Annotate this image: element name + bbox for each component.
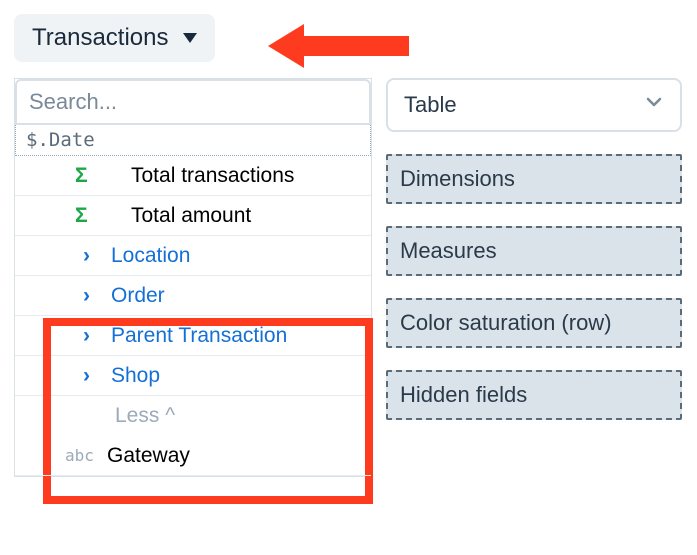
caret-down-icon xyxy=(183,33,197,43)
field-label: Location xyxy=(111,244,190,268)
fk-item-shop[interactable]: › Shop xyxy=(15,356,371,396)
dropzone-label: Dimensions xyxy=(400,166,515,191)
chevron-down-icon xyxy=(644,92,664,118)
datasource-label: Transactions xyxy=(32,24,169,52)
arrow-left-icon xyxy=(268,24,304,68)
search-input[interactable] xyxy=(15,79,371,125)
measure-item[interactable]: Σ Total amount xyxy=(15,196,371,236)
dropzone-label: Hidden fields xyxy=(400,382,527,407)
fk-item-order[interactable]: › Order xyxy=(15,276,371,316)
sigma-icon: Σ xyxy=(75,164,88,188)
config-panel: Table Dimensions Measures Color saturati… xyxy=(386,78,682,420)
dropzone-color-saturation[interactable]: Color saturation (row) xyxy=(386,298,682,348)
field-label: Gateway xyxy=(107,444,190,468)
chevron-right-icon: › xyxy=(83,364,90,388)
field-list: Σ Total transactions Σ Total amount xyxy=(15,156,371,236)
chevron-right-icon: › xyxy=(83,244,90,268)
field-label: Total transactions xyxy=(131,164,294,188)
dropzone-label: Measures xyxy=(400,238,497,263)
viz-select-label: Table xyxy=(404,92,457,118)
dropzone-measures[interactable]: Measures xyxy=(386,226,682,276)
chevron-right-icon: › xyxy=(83,284,90,308)
field-label: Total amount xyxy=(131,204,251,228)
fields-panel: $.Date Σ Total transactions Σ Total amou… xyxy=(14,78,372,477)
visualization-select[interactable]: Table xyxy=(386,78,682,132)
sigma-icon: Σ xyxy=(75,204,88,228)
less-toggle[interactable]: Less ^ xyxy=(15,396,371,436)
field-label: Parent Transaction xyxy=(111,324,287,348)
text-field-item[interactable]: abc Gateway xyxy=(15,436,371,476)
chevron-right-icon: › xyxy=(83,324,90,348)
fk-item-location[interactable]: › Location xyxy=(15,236,371,276)
less-label: Less ^ xyxy=(115,404,175,428)
fk-list: › Location › Order › Parent Transaction … xyxy=(15,236,371,396)
annotation-arrow xyxy=(268,24,409,68)
dropzone-dimensions[interactable]: Dimensions xyxy=(386,154,682,204)
field-label: Shop xyxy=(111,364,160,388)
datasource-dropdown[interactable]: Transactions xyxy=(14,14,215,62)
measure-item[interactable]: Σ Total transactions xyxy=(15,156,371,196)
field-label: Order xyxy=(111,284,165,308)
fk-item-parent-transaction[interactable]: › Parent Transaction xyxy=(15,316,371,356)
dropzone-label: Color saturation (row) xyxy=(400,310,612,335)
arrow-shaft xyxy=(304,36,409,56)
dropzone-hidden-fields[interactable]: Hidden fields xyxy=(386,370,682,420)
date-token-row[interactable]: $.Date xyxy=(15,125,371,156)
field-list-tail: Less ^ abc Gateway xyxy=(15,396,371,476)
text-type-icon: abc xyxy=(65,446,94,465)
